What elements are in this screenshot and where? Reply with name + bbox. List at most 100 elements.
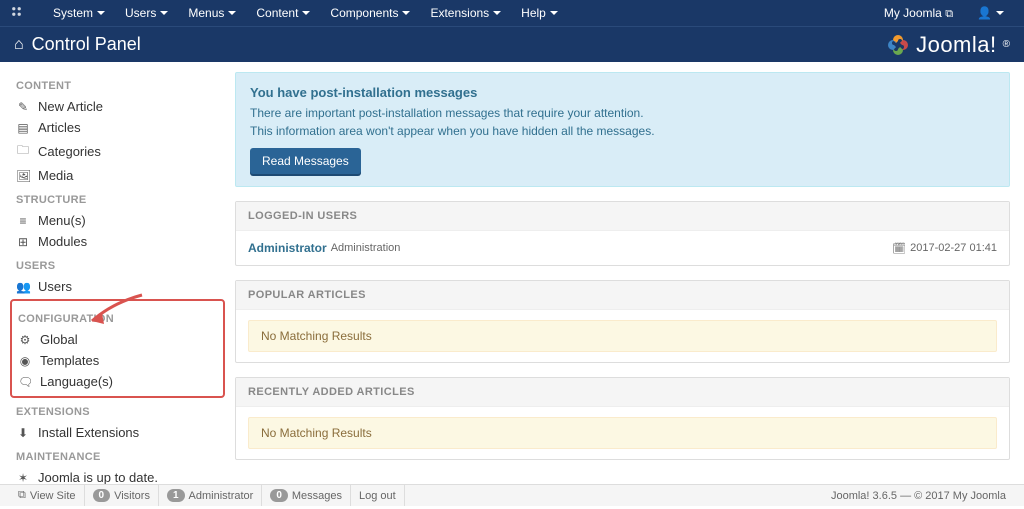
sidebar-item-global[interactable]: ⚙ Global <box>16 329 219 350</box>
sidebar-item-label: Categories <box>38 144 101 159</box>
sidebar-item-users[interactable]: 👥 Users <box>14 276 221 297</box>
global-icon: ⚙ <box>18 333 32 347</box>
infobox-title: You have post-installation messages <box>250 85 995 100</box>
sidebar-item-articles[interactable]: ▤Articles <box>14 117 221 138</box>
infobox-line1: There are important post-installation me… <box>250 106 995 120</box>
logged-in-users-panel: LOGGED-IN USERS Administrator Administra… <box>235 201 1010 266</box>
chevron-down-icon <box>493 11 501 15</box>
top-navbar: System Users Menus Content Components Extensi… <box>0 0 1024 26</box>
user-link[interactable]: Administrator <box>248 241 327 255</box>
joomla-is-up-to-date--icon: ✶ <box>16 471 30 485</box>
menu-components[interactable]: Components <box>320 6 420 20</box>
sidebar-section-content: CONTENT <box>16 80 221 92</box>
sidebar-item-label: Global <box>40 332 78 347</box>
sidebar-item-label: Templates <box>40 353 99 368</box>
header-bar: ⌂ Control Panel Joomla! ® <box>0 26 1024 62</box>
sidebar-section-structure: STRUCTURE <box>16 194 221 206</box>
version-text: Joomla! 3.6.5 — © 2017 My Joomla <box>823 485 1014 506</box>
sidebar-item-label: Users <box>38 279 72 294</box>
menu-label: System <box>53 6 93 20</box>
top-right: My Joomla ⧉ 👤 <box>884 6 1014 21</box>
menu-users[interactable]: Users <box>115 6 178 20</box>
sidebar: CONTENT ✎ New Article ▤Articles 🗀 Categories 🖼… <box>0 62 235 484</box>
content-area: You have post-installation messages Ther… <box>235 62 1024 484</box>
administrators-count[interactable]: 1Administrator <box>159 485 262 506</box>
categories-icon: 🗀 <box>16 141 30 162</box>
login-date: 🗓 2017-02-27 01:41 <box>892 242 997 255</box>
sidebar-item-templates[interactable]: ◉ Templates <box>16 350 219 371</box>
menu-label: Extensions <box>430 6 489 20</box>
logged-in-user-row: Administrator Administration 🗓 2017-02-2… <box>248 241 997 255</box>
sidebar-item-label: Articles <box>38 120 81 135</box>
templates-icon: ◉ <box>18 354 32 368</box>
menu-label: Users <box>125 6 156 20</box>
sidebar-item-label: Modules <box>38 234 87 249</box>
chevron-down-icon <box>996 11 1004 15</box>
menu-menus[interactable]: Menus <box>178 6 246 20</box>
sidebar-section-maintenance: MAINTENANCE <box>16 451 221 463</box>
chevron-down-icon <box>160 11 168 15</box>
menu-label: Menus <box>188 6 224 20</box>
sidebar-item-install-extensions[interactable]: ⬇Install Extensions <box>14 422 221 443</box>
sidebar-item-new-article[interactable]: ✎ New Article <box>14 96 221 117</box>
no-results-message: No Matching Results <box>248 417 997 449</box>
badge: 1 <box>167 489 185 502</box>
menu-s--icon: ≡ <box>16 214 30 228</box>
configuration-highlight-box: CONFIGURATION ⚙ Global ◉ Templates 🗨Language(… <box>10 299 225 398</box>
modules-icon: ⊞ <box>16 235 30 249</box>
sidebar-section-users: USERS <box>16 260 221 272</box>
chevron-down-icon <box>228 11 236 15</box>
status-bar: ⧉View Site 0Visitors 1Administrator 0Mes… <box>0 484 1024 506</box>
site-name-link[interactable]: My Joomla ⧉ <box>884 6 953 21</box>
post-install-messages-box: You have post-installation messages Ther… <box>235 72 1010 187</box>
popular-articles-panel: POPULAR ARTICLES No Matching Results <box>235 280 1010 363</box>
logo-text: Joomla! <box>916 32 997 58</box>
sidebar-section-configuration: CONFIGURATION <box>18 313 219 325</box>
menu-help[interactable]: Help <box>511 6 568 20</box>
sidebar-item-categories[interactable]: 🗀 Categories <box>14 138 221 165</box>
external-link-icon: ⧉ <box>18 489 26 502</box>
sidebar-item-label: New Article <box>38 99 103 114</box>
media-icon: 🖼 <box>16 169 30 183</box>
panel-title: RECENTLY ADDED ARTICLES <box>236 378 1009 407</box>
sidebar-item-label: Joomla is up to date. <box>38 470 158 485</box>
menu-system[interactable]: System <box>43 6 115 20</box>
visitors-count[interactable]: 0Visitors <box>85 485 159 506</box>
infobox-line2: This information area won't appear when … <box>250 124 995 138</box>
user-menu[interactable]: 👤 <box>967 6 1014 20</box>
install-extensions-icon: ⬇ <box>16 426 30 440</box>
users-icon: 👥 <box>16 280 30 294</box>
menu-extensions[interactable]: Extensions <box>420 6 511 20</box>
top-menu: System Users Menus Content Components Extensi… <box>43 6 568 20</box>
menu-label: Components <box>330 6 398 20</box>
recently-added-articles-panel: RECENTLY ADDED ARTICLES No Matching Resu… <box>235 377 1010 460</box>
sidebar-section-extensions: EXTENSIONS <box>16 406 221 418</box>
menu-label: Content <box>256 6 298 20</box>
logout-link[interactable]: Log out <box>351 485 405 506</box>
sidebar-item-modules[interactable]: ⊞ Modules <box>14 231 221 252</box>
badge: 0 <box>270 489 288 502</box>
external-link-icon: ⧉ <box>945 8 953 20</box>
menu-content[interactable]: Content <box>246 6 320 20</box>
chevron-down-icon <box>402 11 410 15</box>
sidebar-item-label: Menu(s) <box>38 213 86 228</box>
new-article-icon: ✎ <box>16 100 30 114</box>
no-results-message: No Matching Results <box>248 320 997 352</box>
page-title: Control Panel <box>32 34 141 55</box>
chevron-down-icon <box>550 11 558 15</box>
menu-label: Help <box>521 6 546 20</box>
main-area: CONTENT ✎ New Article ▤Articles 🗀 Categories 🖼… <box>0 62 1024 484</box>
user-group: Administration <box>331 242 401 254</box>
calendar-icon: 🗓 <box>892 242 906 255</box>
sidebar-item-language-s[interactable]: 🗨Language(s) <box>16 371 219 392</box>
sidebar-item-menu-s[interactable]: ≡ Menu(s) <box>14 210 221 231</box>
sidebar-item-media[interactable]: 🖼 Media <box>14 165 221 186</box>
view-site-link[interactable]: ⧉View Site <box>10 485 85 506</box>
read-messages-button[interactable]: Read Messages <box>250 148 361 174</box>
messages-count[interactable]: 0Messages <box>262 485 351 506</box>
sidebar-item-label: Media <box>38 168 73 183</box>
home-icon: ⌂ <box>14 36 24 54</box>
sidebar-item-label: Language(s) <box>40 374 113 389</box>
panel-title: POPULAR ARTICLES <box>236 281 1009 310</box>
registered-mark: ® <box>1003 39 1010 50</box>
